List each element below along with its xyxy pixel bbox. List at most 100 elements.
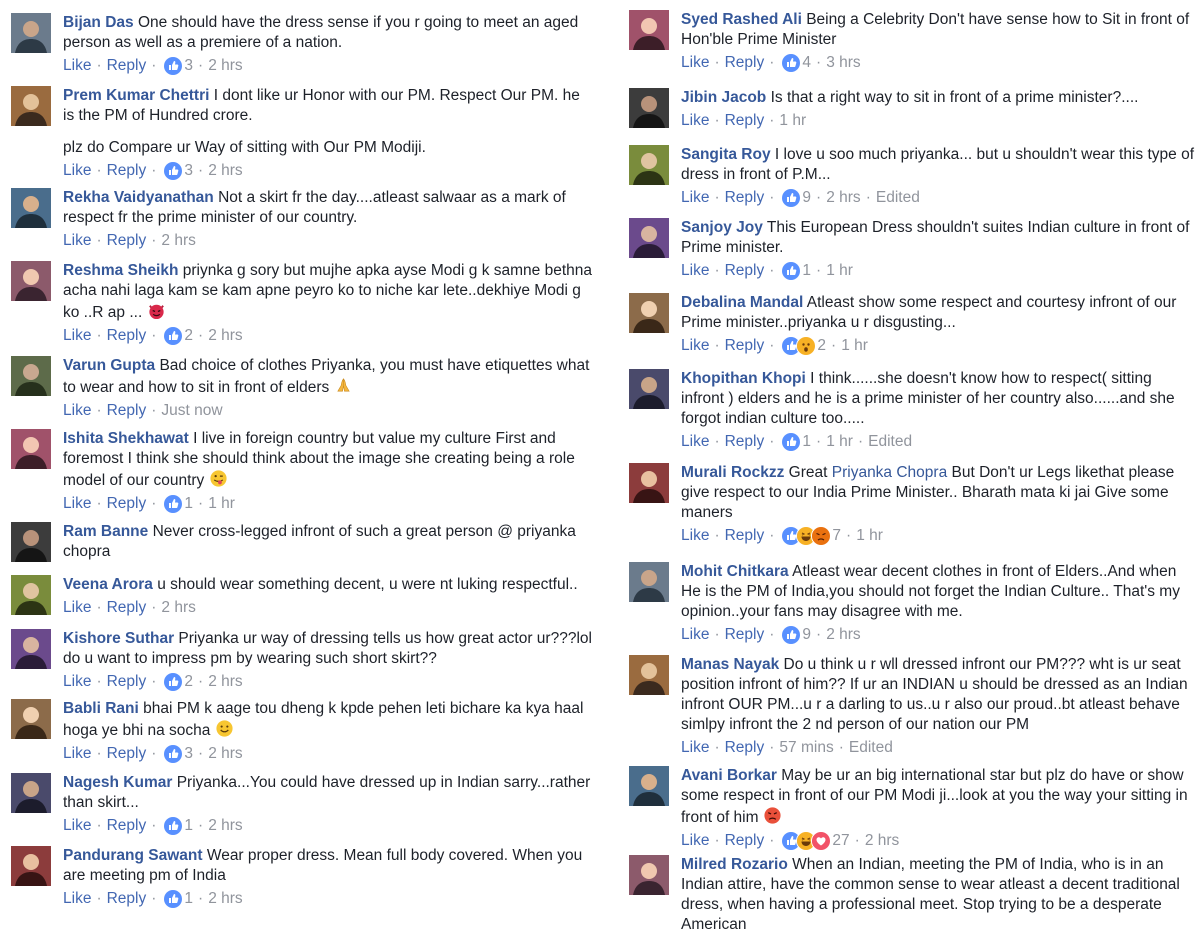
reply-button[interactable]: Reply [725, 188, 765, 208]
comment-timestamp[interactable]: 2 hrs [208, 744, 242, 764]
reaction-summary[interactable]: 27 [781, 831, 850, 851]
comment-author-link[interactable]: Nagesh Kumar [63, 774, 172, 791]
comment-author-link[interactable]: Prem Kumar Chettri [63, 87, 209, 104]
reply-button[interactable]: Reply [107, 889, 147, 909]
comment-timestamp[interactable]: 1 hr [826, 261, 853, 281]
reply-button[interactable]: Reply [107, 401, 147, 421]
comment-author-link[interactable]: Varun Gupta [63, 357, 155, 374]
avatar[interactable] [629, 369, 669, 409]
avatar[interactable] [11, 699, 51, 739]
reply-button[interactable]: Reply [107, 672, 147, 692]
like-button[interactable]: Like [681, 526, 709, 546]
avatar[interactable] [11, 629, 51, 669]
like-button[interactable]: Like [681, 336, 709, 356]
reaction-summary[interactable]: 2 [163, 672, 193, 692]
reply-button[interactable]: Reply [725, 336, 765, 356]
comment-author-link[interactable]: Reshma Sheikh [63, 262, 178, 279]
comment-timestamp[interactable]: 3 hrs [826, 53, 860, 73]
like-button[interactable]: Like [681, 111, 709, 131]
mention-link[interactable]: Priyanka Chopra [832, 464, 947, 481]
comment-author-link[interactable]: Avani Borkar [681, 767, 777, 784]
comment-timestamp[interactable]: 2 hrs [826, 625, 860, 645]
comment-author-link[interactable]: Ram Banne [63, 523, 148, 540]
reaction-summary[interactable]: 3 [163, 744, 193, 764]
reaction-summary[interactable]: 1 [781, 432, 811, 452]
comment-timestamp[interactable]: 1 hr [826, 432, 853, 452]
comment-timestamp[interactable]: 1 hr [856, 526, 883, 546]
avatar[interactable] [629, 218, 669, 258]
comment-author-link[interactable]: Syed Rashed Ali [681, 11, 802, 28]
avatar[interactable] [11, 575, 51, 615]
reaction-summary[interactable]: 1 [781, 261, 811, 281]
comment-author-link[interactable]: Debalina Mandal [681, 294, 803, 311]
avatar[interactable] [629, 562, 669, 602]
comment-author-link[interactable]: Veena Arora [63, 576, 153, 593]
comment-author-link[interactable]: Sangita Roy [681, 146, 771, 163]
comment-author-link[interactable]: Khopithan Khopi [681, 370, 806, 387]
comment-author-link[interactable]: Sanjoy Joy [681, 219, 763, 236]
reply-button[interactable]: Reply [725, 432, 765, 452]
like-button[interactable]: Like [681, 831, 709, 851]
reply-button[interactable]: Reply [725, 53, 765, 73]
reply-button[interactable]: Reply [107, 161, 147, 181]
like-button[interactable]: Like [63, 598, 91, 618]
like-button[interactable]: Like [63, 744, 91, 764]
reaction-summary[interactable]: 9 [781, 625, 811, 645]
reply-button[interactable]: Reply [107, 744, 147, 764]
comment-author-link[interactable]: Kishore Suthar [63, 630, 174, 647]
comment-timestamp[interactable]: 2 hrs [208, 161, 242, 181]
reaction-summary[interactable]: 3 [163, 161, 193, 181]
comment-author-link[interactable]: Jibin Jacob [681, 89, 766, 106]
avatar[interactable] [629, 10, 669, 50]
reply-button[interactable]: Reply [725, 831, 765, 851]
reaction-summary[interactable]: 9 [781, 188, 811, 208]
comment-timestamp[interactable]: 2 hrs [208, 56, 242, 76]
comment-timestamp[interactable]: 1 hr [779, 111, 806, 131]
reply-button[interactable]: Reply [725, 625, 765, 645]
comment-timestamp[interactable]: 2 hrs [826, 188, 860, 208]
comment-timestamp[interactable]: 2 hrs [161, 231, 195, 251]
avatar[interactable] [629, 655, 669, 695]
like-button[interactable]: Like [63, 889, 91, 909]
comment-author-link[interactable]: Mohit Chitkara [681, 563, 789, 580]
comment-timestamp[interactable]: Just now [161, 401, 222, 421]
reply-button[interactable]: Reply [725, 111, 765, 131]
edited-label[interactable]: Edited [868, 432, 912, 452]
reply-button[interactable]: Reply [725, 526, 765, 546]
like-button[interactable]: Like [63, 672, 91, 692]
avatar[interactable] [11, 188, 51, 228]
avatar[interactable] [11, 429, 51, 469]
avatar[interactable] [629, 145, 669, 185]
avatar[interactable] [11, 356, 51, 396]
comment-author-link[interactable]: Murali Rockzz [681, 464, 784, 481]
like-button[interactable]: Like [63, 161, 91, 181]
like-button[interactable]: Like [681, 188, 709, 208]
like-button[interactable]: Like [681, 261, 709, 281]
comment-author-link[interactable]: Ishita Shekhawat [63, 430, 189, 447]
comment-timestamp[interactable]: 2 hrs [865, 831, 899, 851]
comment-timestamp[interactable]: 2 hrs [208, 672, 242, 692]
like-button[interactable]: Like [681, 738, 709, 758]
like-button[interactable]: Like [63, 231, 91, 251]
avatar[interactable] [11, 261, 51, 301]
like-button[interactable]: Like [681, 625, 709, 645]
reaction-summary[interactable]: 1 [163, 494, 193, 514]
comment-timestamp[interactable]: 2 hrs [208, 889, 242, 909]
comment-timestamp[interactable]: 2 hrs [161, 598, 195, 618]
like-button[interactable]: Like [63, 494, 91, 514]
like-button[interactable]: Like [63, 326, 91, 346]
reaction-summary[interactable]: 3 [163, 56, 193, 76]
reply-button[interactable]: Reply [107, 598, 147, 618]
reply-button[interactable]: Reply [107, 231, 147, 251]
avatar[interactable] [629, 855, 669, 895]
edited-label[interactable]: Edited [849, 738, 893, 758]
comment-author-link[interactable]: Manas Nayak [681, 656, 779, 673]
reply-button[interactable]: Reply [725, 261, 765, 281]
comment-author-link[interactable]: Rekha Vaidyanathan [63, 189, 214, 206]
avatar[interactable] [629, 766, 669, 806]
reaction-summary[interactable]: 1 [163, 816, 193, 836]
reaction-summary[interactable]: 4 [781, 53, 811, 73]
reaction-summary[interactable]: 7 [781, 526, 841, 546]
like-button[interactable]: Like [63, 816, 91, 836]
like-button[interactable]: Like [681, 432, 709, 452]
